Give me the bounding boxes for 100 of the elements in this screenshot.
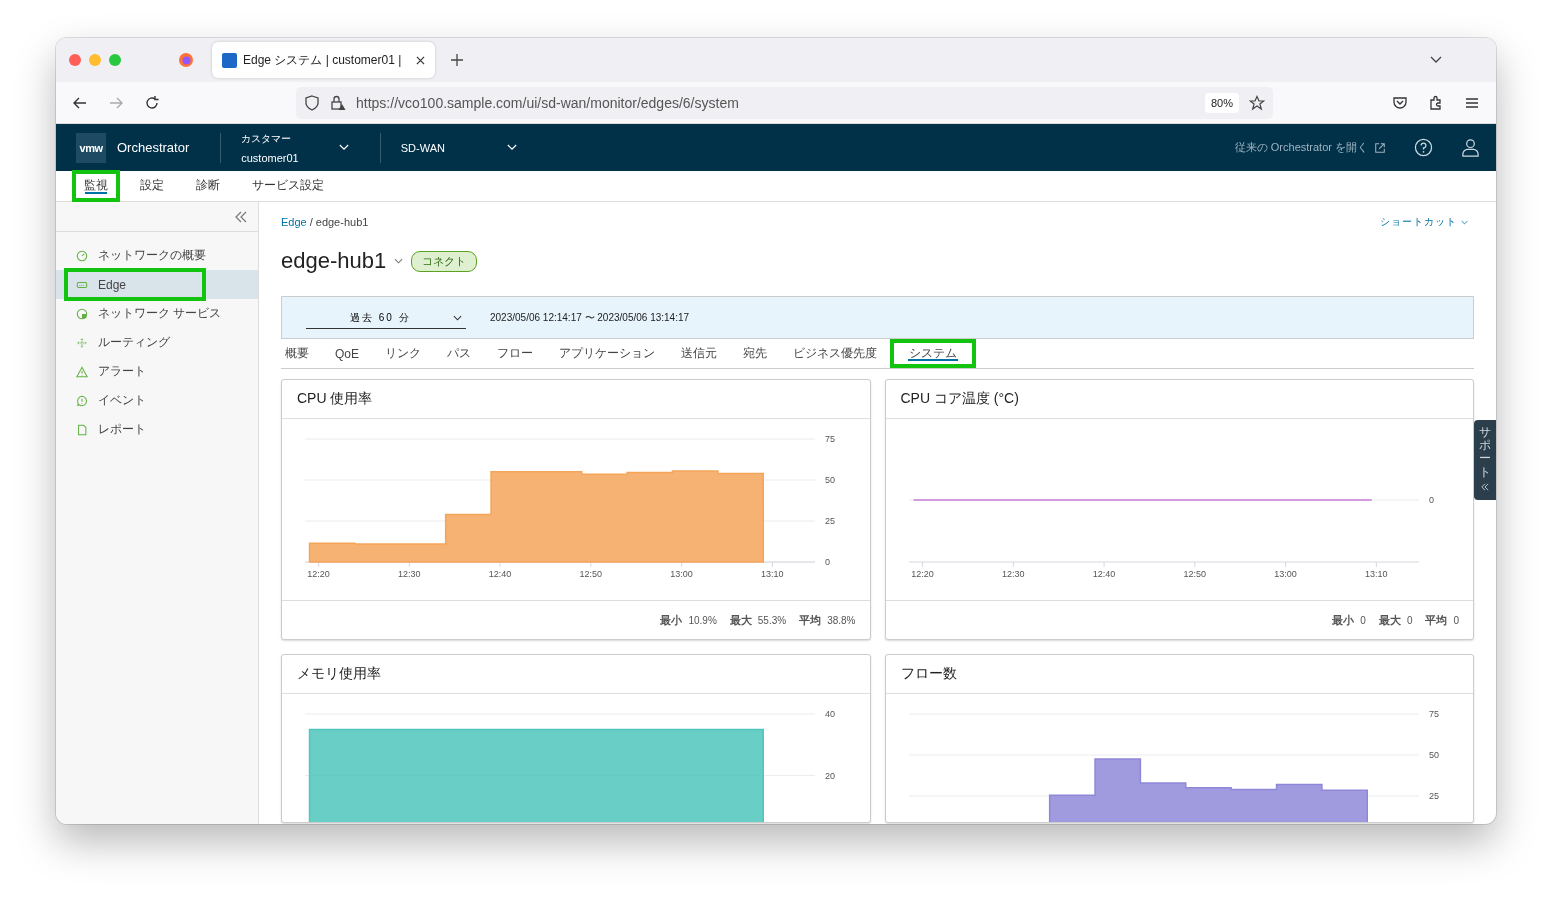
sidebar-item[interactable]: アラート <box>56 357 258 386</box>
tab[interactable]: パス <box>434 339 484 368</box>
close-window-button[interactable] <box>69 54 81 66</box>
browser-tab[interactable]: Edge システム | customer01 | <box>212 42 435 78</box>
x-tick-label: 13:00 <box>670 569 693 579</box>
new-tab-icon[interactable] <box>451 54 463 66</box>
sidebar-item[interactable]: ネットワーク サービス <box>56 299 258 328</box>
y-tick-label: 50 <box>825 475 835 485</box>
x-tick-label: 12:40 <box>1092 569 1115 579</box>
breadcrumb-current: edge-hub1 <box>315 216 369 228</box>
url-text: https://vco100.sample.com/ui/sd-wan/monitor/edges/6/system <box>356 94 740 111</box>
x-tick-label: 12:20 <box>910 569 934 579</box>
shield-icon <box>304 94 320 111</box>
card-title: CPU 使用率 <box>297 390 373 408</box>
customer-dropdown[interactable]: カスタマー customer01 <box>241 131 349 164</box>
chevron-down-icon[interactable] <box>394 258 404 264</box>
date-range-text: 2023/05/06 12:14:17 〜 2023/05/06 13:14:17 <box>490 310 690 325</box>
chat-alert-icon <box>76 394 88 407</box>
x-tick-label: 12:50 <box>579 569 603 579</box>
move-arrows-icon <box>76 336 88 349</box>
y-tick-label: 50 <box>1428 750 1439 760</box>
tab[interactable]: 宛先 <box>730 339 780 368</box>
y-tick-label: 25 <box>825 516 835 526</box>
close-tab-icon[interactable] <box>416 55 425 65</box>
x-tick-label: 12:30 <box>1001 569 1025 579</box>
x-tick-label: 12:20 <box>307 569 330 579</box>
chevron-down-icon <box>1461 219 1468 225</box>
y-tick-label: 40 <box>825 709 835 719</box>
y-tick-label: 75 <box>1428 709 1439 719</box>
sidebar-item[interactable]: イベント <box>56 386 258 415</box>
card-title: メモリ使用率 <box>297 665 381 683</box>
stat-label: 平均 <box>1425 612 1448 628</box>
tab[interactable]: 送信元 <box>668 339 730 368</box>
time-range-dropdown[interactable]: 過去 60 分 <box>306 306 466 329</box>
collapse-icon[interactable] <box>234 210 248 223</box>
tab[interactable]: フロー <box>484 339 546 368</box>
stat-value: 0 <box>1453 614 1459 626</box>
stat-value: 0 <box>1360 614 1366 626</box>
address-bar[interactable]: https://vco100.sample.com/ui/sd-wan/monitor/edges/6/system 80% <box>296 86 1273 119</box>
top-nav-tab[interactable]: 設定 <box>128 170 176 202</box>
chevron-down-icon <box>453 314 462 321</box>
x-tick-label: 13:10 <box>1364 569 1388 579</box>
stat-value: 55.3% <box>757 614 787 626</box>
card-title: フロー数 <box>900 665 957 683</box>
reload-icon[interactable] <box>144 94 160 111</box>
chevron-down-icon <box>506 144 517 151</box>
x-tick-label: 13:10 <box>761 569 784 579</box>
legacy-orchestrator-link[interactable]: 従来の Orchestrator を開く <box>1234 140 1368 155</box>
external-link-icon[interactable] <box>1374 141 1386 154</box>
tab[interactable]: アプリケーション <box>546 339 668 368</box>
top-nav-tab[interactable]: サービス設定 <box>240 170 336 202</box>
y-axis-label: 0 <box>1428 495 1434 505</box>
sidebar-item[interactable]: ルーティング <box>56 328 258 357</box>
vmw-favicon-icon <box>222 52 237 68</box>
x-tick-label: 13:00 <box>1273 569 1297 579</box>
y-tick-label: 75 <box>825 434 835 444</box>
user-icon[interactable] <box>1461 138 1480 157</box>
tab[interactable]: QoE <box>322 339 372 368</box>
sidebar-item[interactable]: ネットワークの概要 <box>56 241 258 270</box>
document-icon <box>76 423 88 436</box>
bookmark-star-icon[interactable] <box>1249 94 1265 111</box>
status-badge: コネクト <box>411 250 478 272</box>
card-title: CPU コア温度 (°C) <box>900 390 1019 408</box>
stat-value: 0 <box>1406 614 1413 626</box>
tab[interactable]: システム <box>890 339 976 368</box>
stat-label: 最小 <box>660 612 683 628</box>
stat-label: 最小 <box>1332 612 1355 628</box>
network-dropdown[interactable]: SD-WAN <box>400 141 517 154</box>
pocket-icon[interactable] <box>1392 94 1408 111</box>
tab[interactable]: リンク <box>372 339 434 368</box>
y-tick-label: 0 <box>825 557 830 567</box>
gauge-icon <box>76 249 88 262</box>
chevron-down-icon[interactable] <box>1430 56 1442 64</box>
sidebar-item[interactable]: レポート <box>56 415 258 444</box>
tab[interactable]: 概要 <box>281 339 322 368</box>
top-nav-tab[interactable]: 診断 <box>184 170 232 202</box>
tab-title: Edge システム | customer01 | <box>243 51 403 69</box>
sidebar-item[interactable]: Edge <box>56 270 258 299</box>
stat-label: 最大 <box>729 612 752 628</box>
chevron-down-icon <box>338 144 349 151</box>
puzzle-piece-icon[interactable] <box>1428 94 1444 111</box>
logo: vmw <box>76 132 106 163</box>
shortcut-dropdown[interactable]: ショートカット <box>1374 214 1474 230</box>
stat-value: 38.8% <box>827 614 856 626</box>
top-nav-tab[interactable]: 監視 <box>72 170 120 202</box>
zoom-level-badge[interactable]: 80% <box>1204 92 1239 113</box>
product-name: Orchestrator <box>117 140 190 155</box>
help-icon[interactable] <box>1414 138 1433 157</box>
tab[interactable]: ビジネス優先度 <box>780 339 890 368</box>
x-tick-label: 12:50 <box>1183 569 1206 579</box>
breadcrumb-separator: / <box>309 216 313 228</box>
lock-warning-icon <box>330 94 346 111</box>
support-tab[interactable]: サポート <box>1474 420 1496 500</box>
y-tick-label: 25 <box>1428 791 1439 801</box>
x-tick-label: 12:40 <box>488 569 512 579</box>
double-chevron-left-icon <box>1481 482 1489 491</box>
stat-value: 10.9% <box>688 614 717 626</box>
breadcrumb-link[interactable]: Edge <box>281 216 307 228</box>
warning-icon <box>76 365 88 378</box>
edge-title: edge-hub1 <box>281 248 387 274</box>
